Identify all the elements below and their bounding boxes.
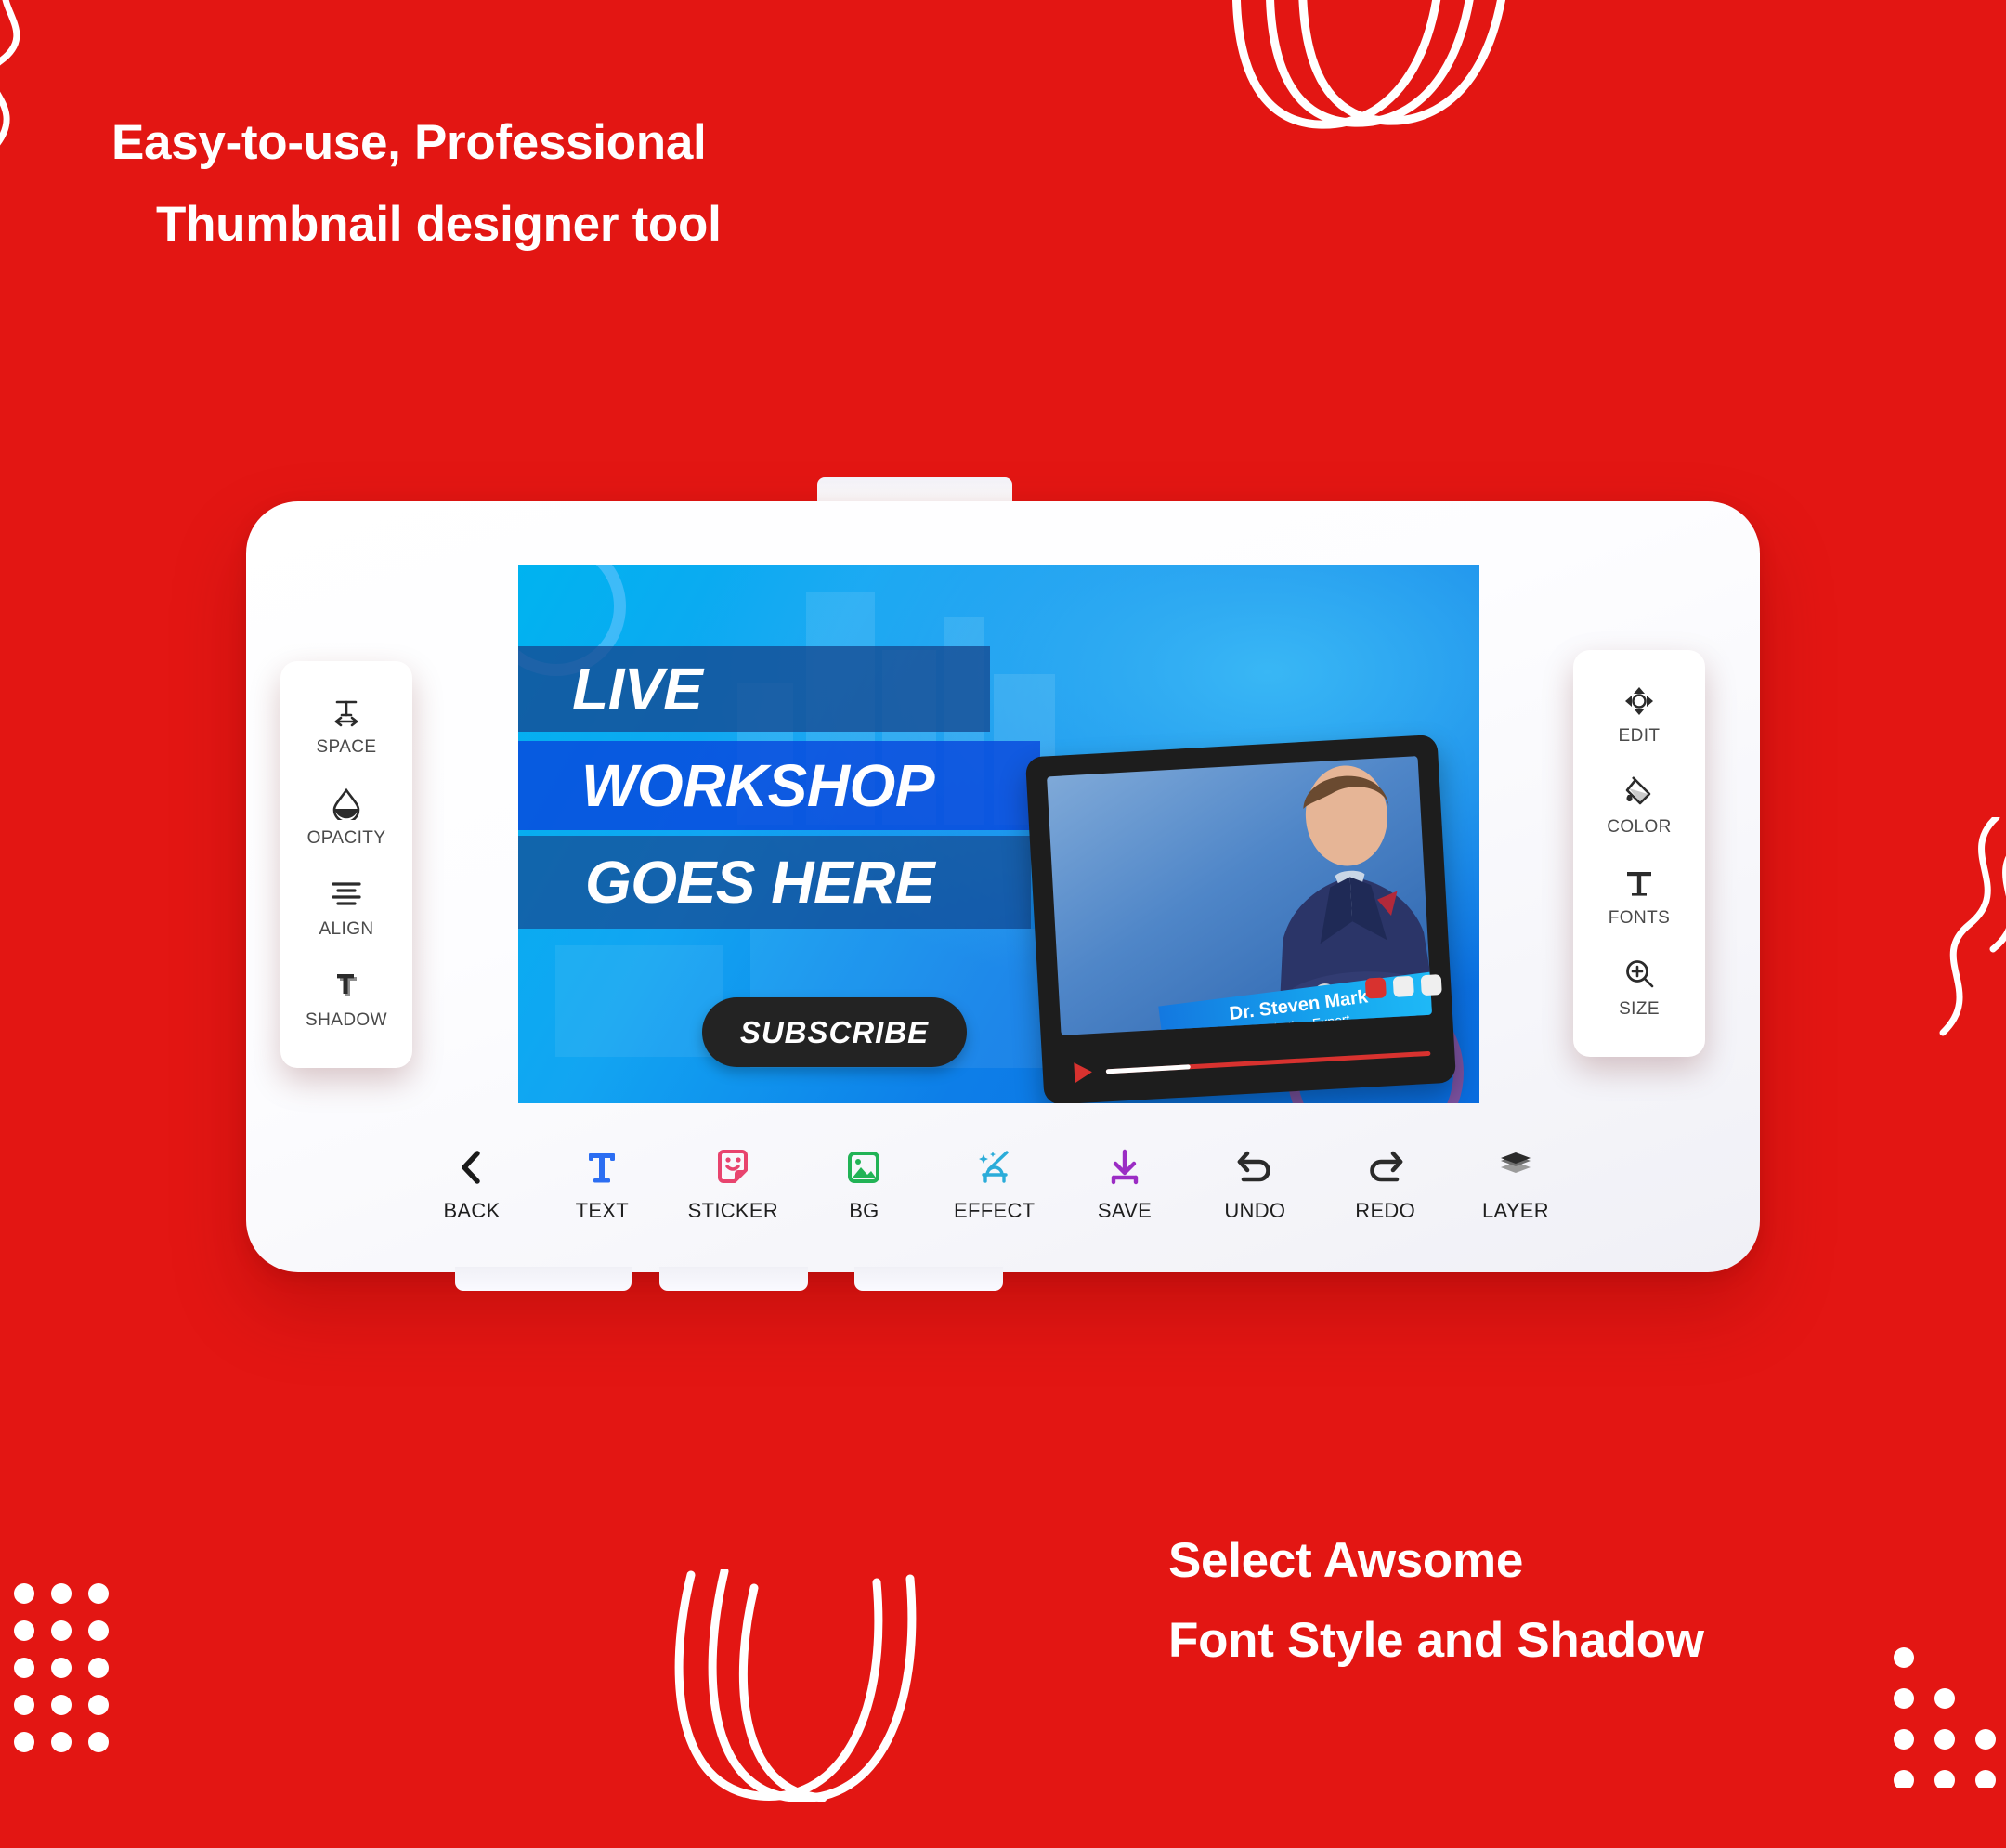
bottom-toolbar: BACK TEXT STICKER BG EFFECT SAVE UNDO RE… [390,1126,1597,1244]
headline-top-line-2: Thumbnail designer tool [156,197,722,252]
toolbar-item-redo[interactable]: REDO [1341,1147,1430,1223]
tool-label: SIZE [1619,999,1660,1019]
squiggle-decoration-bottom [674,1569,917,1802]
video-control-dot-2[interactable] [1392,975,1414,997]
toolbar-item-text[interactable]: TEXT [557,1147,646,1223]
zoom-in-icon [1623,957,1655,992]
toolbar-label: SAVE [1097,1199,1153,1222]
page-headline-top: Easy-to-use, Professional Thumbnail desi… [111,102,1040,266]
toolbar-label: UNDO [1224,1199,1286,1222]
move-arrows-icon [1623,683,1655,719]
toolbar-item-sticker[interactable]: STICKER [688,1147,778,1223]
canvas-text-band-2[interactable]: WORKSHOP [518,741,1040,830]
editor-canvas[interactable]: LIVE WORKSHOP GOES HERE SUBSCRIBE Dr. St… [518,565,1479,1103]
tool-item-size[interactable]: SIZE [1573,944,1705,1035]
canvas-text-band-1[interactable]: LIVE [518,646,990,732]
toolbar-item-undo[interactable]: UNDO [1210,1147,1299,1223]
tool-label: FONTS [1608,908,1671,928]
video-control-dot-record[interactable] [1364,977,1387,999]
skyline-reflection [555,945,723,1057]
sticker-icon [715,1147,750,1188]
tool-item-fonts[interactable]: FONTS [1573,852,1705,944]
tablet-bottom-button-3[interactable] [854,1267,1003,1291]
paint-bucket-icon [1622,774,1656,810]
toolbar-item-effect[interactable]: EFFECT [950,1147,1039,1223]
tool-item-color[interactable]: COLOR [1573,761,1705,852]
video-player-sticker[interactable]: Dr. Steven Mark Marketing Expert [1024,734,1457,1103]
tool-label: OPACITY [306,828,386,848]
tool-label: COLOR [1607,817,1672,837]
toolbar-label: EFFECT [954,1199,1036,1222]
tool-label: SPACE [316,737,377,757]
toolbar-label: TEXT [575,1199,630,1222]
tool-label: EDIT [1618,726,1661,746]
text-t-icon [584,1147,619,1188]
squiggle-decoration-top-right [1232,0,1506,129]
page-headline-bottom: Select Awsome Font Style and Shadow [1168,1521,1911,1681]
download-icon [1107,1147,1142,1188]
dot-grid-decoration-bottom-left [14,1583,109,1752]
video-control-dot-3[interactable] [1420,974,1442,996]
text-shadow-icon [330,968,363,1003]
toolbar-item-bg[interactable]: BG [819,1147,908,1223]
toolbar-label: LAYER [1481,1199,1549,1222]
toolbar-label: BACK [443,1199,501,1222]
headline-bottom-line-1: Select Awsome [1168,1533,1524,1588]
toolbar-item-layer[interactable]: LAYER [1471,1147,1560,1223]
headline-bottom-line-2: Font Style and Shadow [1168,1613,1704,1668]
text-t-icon [1623,865,1655,901]
text-spacing-icon [330,695,363,730]
magic-wand-icon [976,1147,1013,1188]
redo-arrow-icon [1366,1147,1405,1188]
tablet-bottom-button-1[interactable] [455,1267,632,1291]
toolbar-label: BG [849,1199,879,1222]
chevron-left-icon [456,1147,488,1188]
opacity-droplet-icon [331,786,362,821]
tool-item-align[interactable]: ALIGN [280,864,412,955]
align-center-icon [330,877,363,912]
play-icon[interactable] [1074,1061,1093,1084]
toolbar-label: REDO [1355,1199,1416,1222]
tool-label: SHADOW [306,1010,387,1030]
toolbar-item-back[interactable]: BACK [427,1147,516,1223]
tablet-power-button[interactable] [817,477,1012,503]
tool-item-opacity[interactable]: OPACITY [280,773,412,864]
subscribe-button[interactable]: SUBSCRIBE [702,997,967,1067]
image-icon [846,1147,881,1188]
left-tool-panel: SPACE OPACITY ALIGN SHADOW [280,661,412,1068]
tool-item-space[interactable]: SPACE [280,682,412,773]
undo-arrow-icon [1235,1147,1274,1188]
tool-label: ALIGN [319,919,374,939]
layers-icon [1497,1147,1534,1188]
tool-item-shadow[interactable]: SHADOW [280,955,412,1046]
headline-top-line-1: Easy-to-use, Professional [111,115,707,170]
canvas-text-band-3[interactable]: GOES HERE [518,836,1031,929]
toolbar-item-save[interactable]: SAVE [1080,1147,1169,1223]
squiggle-decoration-top-left [0,0,20,146]
tablet-bottom-button-2[interactable] [659,1267,808,1291]
tool-item-edit[interactable]: EDIT [1573,670,1705,761]
toolbar-label: STICKER [687,1199,779,1222]
right-tool-panel: EDIT COLOR FONTS SIZE [1573,650,1705,1057]
squiggle-decoration-right [1939,817,2006,1036]
